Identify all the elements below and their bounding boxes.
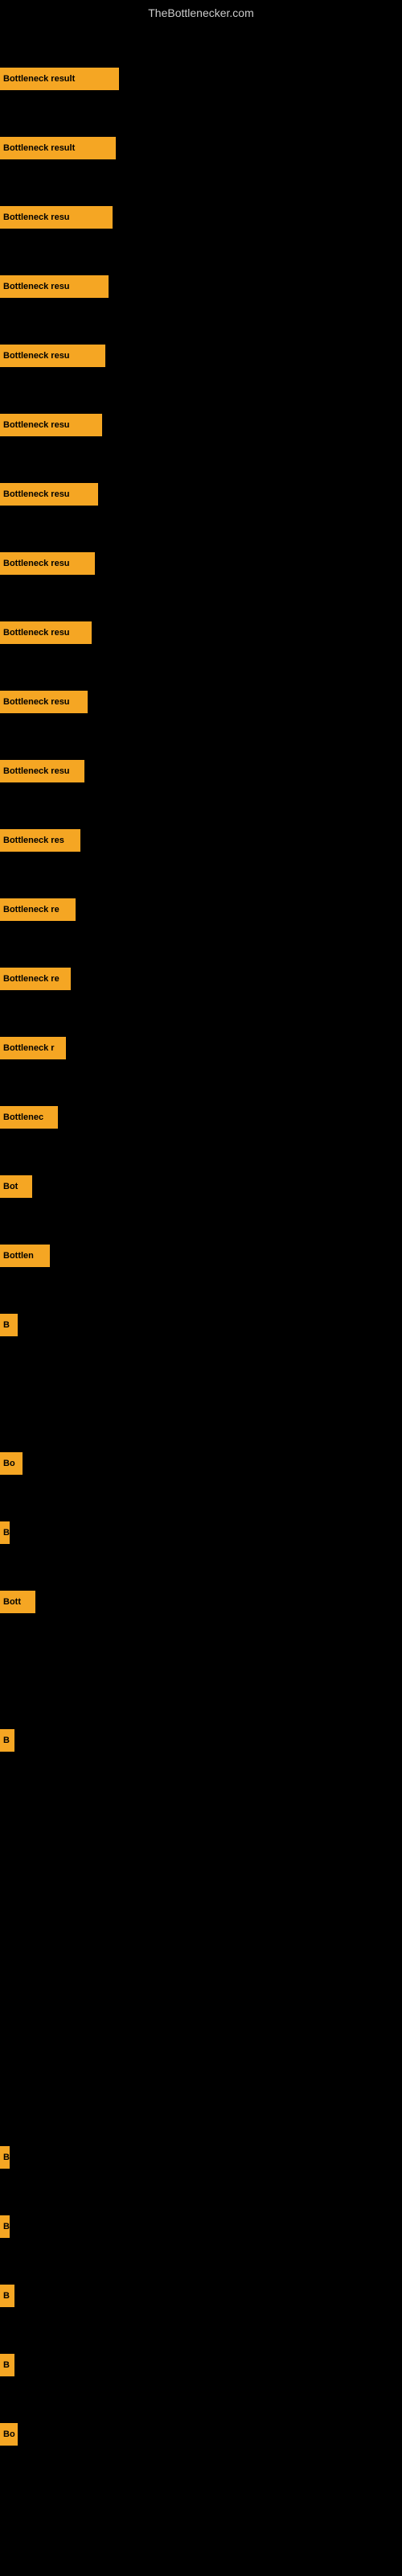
bottleneck-bar-label: Bottleneck re xyxy=(3,905,59,914)
bottleneck-bar-label: B xyxy=(3,1320,10,1330)
bottleneck-bar: Bottleneck resu xyxy=(0,206,113,229)
bottleneck-bar: B xyxy=(0,1521,10,1544)
bottleneck-bar-label: Bottleneck resu xyxy=(3,282,70,291)
bottleneck-bar: Bottleneck resu xyxy=(0,483,98,506)
bottleneck-bar: Bottleneck resu xyxy=(0,552,95,575)
bottleneck-bar-label: Bottleneck re xyxy=(3,974,59,984)
bottleneck-bar: Bo xyxy=(0,2423,18,2446)
bottleneck-bar: B xyxy=(0,1729,14,1752)
bottleneck-bar: Bottleneck resu xyxy=(0,345,105,367)
bottleneck-bar-label: Bo xyxy=(3,2429,15,2439)
bottleneck-bar-label: Bottleneck resu xyxy=(3,697,70,707)
bottleneck-bar: Bottleneck result xyxy=(0,137,116,159)
bottleneck-bar-label: Bottlen xyxy=(3,1251,34,1261)
bottleneck-bar-label: Bottleneck resu xyxy=(3,628,70,638)
bottleneck-bar: Bot xyxy=(0,1175,32,1198)
bottleneck-bar: Bottlenec xyxy=(0,1106,58,1129)
bottleneck-bar: B xyxy=(0,2285,14,2307)
bottleneck-bar-label: Bott xyxy=(3,1597,21,1607)
bottleneck-bar: Bottleneck res xyxy=(0,829,80,852)
bottleneck-bar: Bottleneck resu xyxy=(0,760,84,782)
bottleneck-bar-label: B xyxy=(3,2153,10,2162)
bottleneck-bar: Bottleneck resu xyxy=(0,414,102,436)
bottleneck-bar-label: B xyxy=(3,1528,10,1538)
bottleneck-bar: B xyxy=(0,2354,14,2376)
bottleneck-bar-label: Bottleneck resu xyxy=(3,766,70,776)
bottleneck-bar-label: B xyxy=(3,2222,10,2231)
bottleneck-bar-label: Bottleneck resu xyxy=(3,489,70,499)
bottleneck-bar-label: Bottleneck resu xyxy=(3,213,70,222)
bottleneck-bar-label: Bottleneck resu xyxy=(3,420,70,430)
bottleneck-bar: Bo xyxy=(0,1452,23,1475)
bottleneck-bar-label: Bottlenec xyxy=(3,1113,43,1122)
bottleneck-bar: Bottleneck r xyxy=(0,1037,66,1059)
bottleneck-bar: Bottleneck re xyxy=(0,968,71,990)
bottleneck-bar: Bottleneck resu xyxy=(0,275,109,298)
bottleneck-bar: B xyxy=(0,1314,18,1336)
bottleneck-bar: B xyxy=(0,2146,10,2169)
bottleneck-bar: Bottleneck resu xyxy=(0,621,92,644)
bottleneck-bar-label: Bo xyxy=(3,1459,15,1468)
bottleneck-bar-label: Bottleneck resu xyxy=(3,559,70,568)
bottleneck-bar-label: Bottleneck result xyxy=(3,143,75,153)
bottleneck-bar: Bottleneck re xyxy=(0,898,76,921)
bottleneck-bar-label: Bottleneck resu xyxy=(3,351,70,361)
bottleneck-bar: Bottleneck result xyxy=(0,68,119,90)
site-title: TheBottlenecker.com xyxy=(0,0,402,23)
bottleneck-bar-label: Bottleneck r xyxy=(3,1043,55,1053)
bottleneck-bar: B xyxy=(0,2215,10,2238)
bottleneck-bar: Bottlen xyxy=(0,1245,50,1267)
bottleneck-bar: Bottleneck resu xyxy=(0,691,88,713)
bottleneck-bar-label: Bottleneck res xyxy=(3,836,64,845)
bottleneck-bar-label: B xyxy=(3,2291,10,2301)
bottleneck-bar-label: B xyxy=(3,1736,10,1745)
bottleneck-bar-label: Bot xyxy=(3,1182,18,1191)
bottleneck-bar-label: Bottleneck result xyxy=(3,74,75,84)
bottleneck-bar: Bott xyxy=(0,1591,35,1613)
bottleneck-bar-label: B xyxy=(3,2360,10,2370)
